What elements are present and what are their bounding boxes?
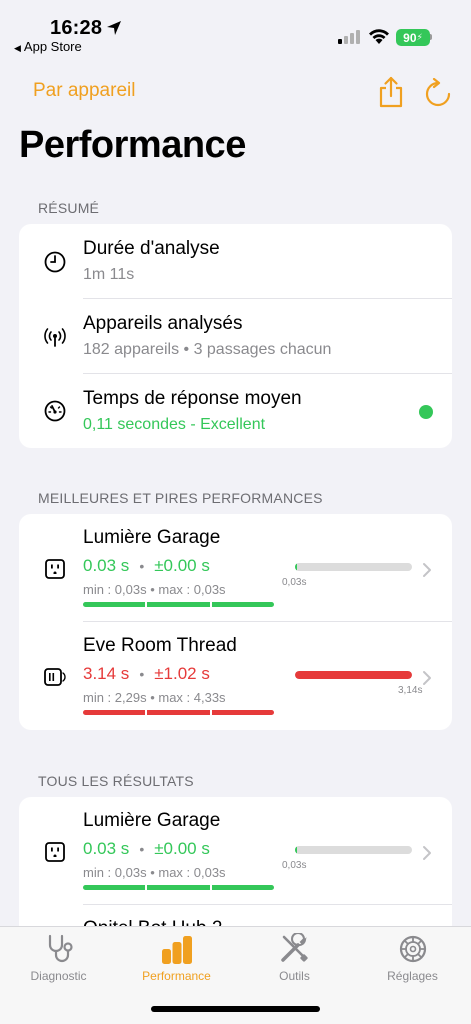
device-name: Eve Room Thread <box>83 635 237 656</box>
gauge-label: 0,03s <box>282 577 307 588</box>
chevron-right-icon <box>423 671 431 685</box>
back-button[interactable]: Par appareil <box>33 80 135 102</box>
page-title: Performance <box>19 124 246 166</box>
battery-indicator: 90 ⚡ <box>396 29 430 46</box>
run-bar <box>83 885 274 890</box>
device-mean: 3.14 s <box>83 664 130 683</box>
gauge-fill <box>295 563 298 571</box>
device-minmax: min : 0,03s • max : 0,03s <box>83 582 226 597</box>
separator-dot: • <box>139 666 145 682</box>
separator-dot: • <box>139 558 145 574</box>
device-row[interactable]: Lumière Garage 0.03 s • ±0.00 s min : 0,03… <box>19 514 452 622</box>
gauge-fill <box>295 846 298 854</box>
device-mean: 0.03 s <box>83 556 130 575</box>
status-bar: 16:28 ◀ App Store 90 ⚡ <box>0 0 471 60</box>
stethoscope-icon <box>48 934 73 963</box>
summary-row-duration: Durée d'analyse 1m 11s <box>19 224 452 299</box>
tab-outils[interactable]: Outils <box>236 927 353 997</box>
device-mean-line: 0.03 s • ±0.00 s <box>83 556 210 576</box>
back-app-label: App Store <box>23 39 82 54</box>
device-mean: 0.03 s <box>83 839 130 858</box>
run-bar <box>83 710 274 715</box>
all-results-section-header: TOUS LES RÉSULTATS <box>38 773 194 789</box>
summary-row-title: Appareils analysés <box>83 313 243 334</box>
tab-reglages[interactable]: Réglages <box>354 927 471 997</box>
tab-label: Diagnostic <box>30 969 87 983</box>
wifi-icon <box>369 29 389 44</box>
battery-level: 90 <box>403 30 417 45</box>
tab-label: Performance <box>142 969 211 983</box>
outlet-icon <box>45 842 65 862</box>
device-minmax: min : 2,29s • max : 4,33s <box>83 690 226 705</box>
summary-row-subtitle: 1m 11s <box>83 266 135 283</box>
back-to-app-store[interactable]: ◀ App Store <box>14 39 82 54</box>
gauge-fill <box>295 671 412 679</box>
location-arrow-icon <box>107 21 121 35</box>
battery-tip <box>430 34 432 40</box>
summary-row-response-time: Temps de réponse moyen 0,11 secondes - E… <box>19 374 452 448</box>
response-gauge <box>295 846 412 854</box>
thermostat-icon <box>44 668 66 686</box>
summary-row-title: Temps de réponse moyen <box>83 388 302 409</box>
best-worst-section-header: MEILLEURES ET PIRES PERFORMANCES <box>38 490 323 506</box>
gauge-label: 0,03s <box>282 860 307 871</box>
device-row[interactable]: Lumière Garage 0.03 s • ±0.00 s min : 0,03… <box>19 797 452 905</box>
gauge-label: 3,14s <box>398 685 423 696</box>
tools-icon <box>280 933 308 962</box>
tab-label: Outils <box>279 969 310 983</box>
home-indicator <box>151 1006 320 1012</box>
separator-dot: • <box>139 841 145 857</box>
gear-icon <box>399 935 426 963</box>
share-icon[interactable] <box>378 76 404 108</box>
device-deviation: ±1.02 s <box>154 664 210 683</box>
bar-chart-icon <box>161 936 192 964</box>
speedometer-icon <box>44 400 66 422</box>
summary-row-devices: Appareils analysés 182 appareils • 3 pas… <box>19 299 452 374</box>
device-minmax: min : 0,03s • max : 0,03s <box>83 865 226 880</box>
summary-row-subtitle: 182 appareils • 3 passages chacun <box>83 341 332 358</box>
status-dot <box>419 405 433 419</box>
tab-performance[interactable]: Performance <box>118 927 235 997</box>
clock-icon <box>44 251 66 273</box>
status-time: 16:28 <box>50 17 103 39</box>
best-worst-card: Lumière Garage 0.03 s • ±0.00 s min : 0,03… <box>19 514 452 730</box>
chevron-right-icon <box>423 846 431 860</box>
device-deviation: ±0.00 s <box>154 556 210 575</box>
device-name: Lumière Garage <box>83 527 221 548</box>
refresh-icon[interactable] <box>424 78 452 108</box>
summary-section-header: RÉSUMÉ <box>38 200 100 216</box>
summary-row-subtitle: 0,11 secondes - Excellent <box>83 416 266 433</box>
summary-card: Durée d'analyse 1m 11s Appareils analysé… <box>19 224 452 448</box>
tab-label: Réglages <box>387 969 438 983</box>
response-gauge <box>295 563 412 571</box>
response-gauge <box>295 671 412 679</box>
tab-diagnostic[interactable]: Diagnostic <box>0 927 117 997</box>
run-bar <box>83 602 274 607</box>
device-name: Lumière Garage <box>83 810 221 831</box>
device-row[interactable]: Eve Room Thread 3.14 s • ±1.02 s min : 2,2… <box>19 622 452 730</box>
all-results-card: Lumière Garage 0.03 s • ±0.00 s min : 0,03… <box>19 797 452 937</box>
summary-row-title: Durée d'analyse <box>83 238 220 259</box>
device-deviation: ±0.00 s <box>154 839 210 858</box>
device-mean-line: 3.14 s • ±1.02 s <box>83 664 210 684</box>
cellular-signal-icon <box>338 30 360 44</box>
outlet-icon <box>45 559 65 579</box>
device-mean-line: 0.03 s • ±0.00 s <box>83 839 210 859</box>
antenna-icon <box>44 328 66 347</box>
chevron-right-icon <box>423 563 431 577</box>
